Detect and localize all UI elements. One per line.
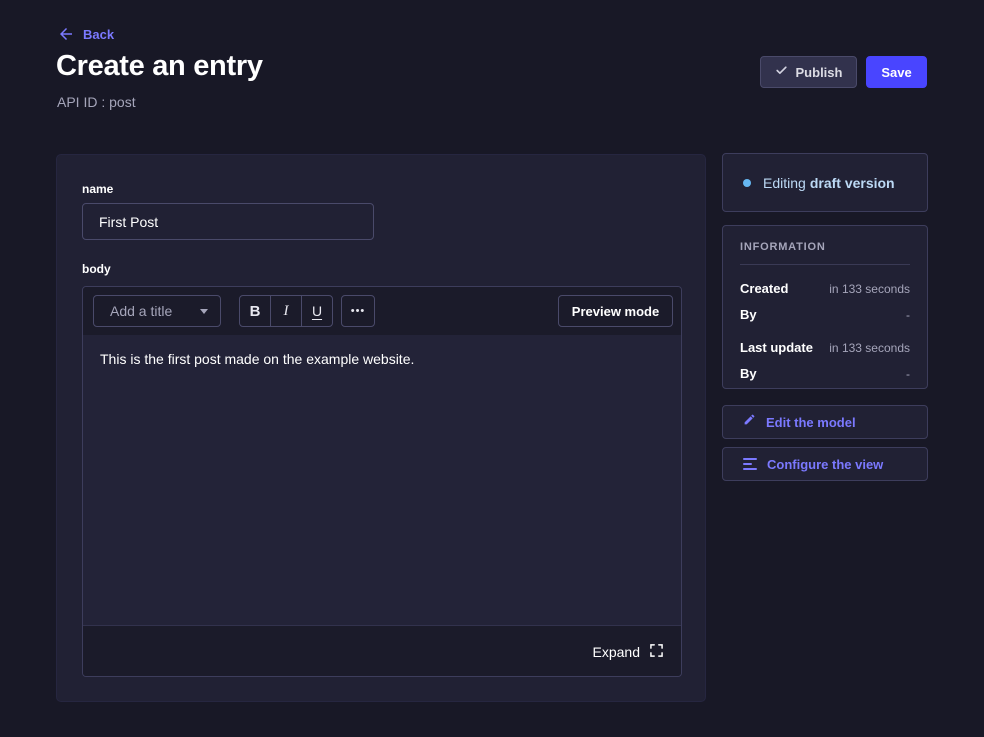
information-title: INFORMATION: [740, 241, 910, 253]
edit-model-label: Edit the model: [766, 415, 856, 430]
info-label: By: [740, 366, 757, 381]
entry-form-card: name body Add a title B I U ••• Preview …: [56, 154, 706, 702]
draft-dot-icon: [743, 179, 751, 187]
info-row-created: Created in 133 seconds: [740, 281, 910, 296]
title-style-value: Add a title: [110, 303, 172, 319]
chevron-down-icon: [200, 309, 208, 314]
edit-model-button[interactable]: Edit the model: [722, 405, 928, 439]
create-entry-page: Back Create an entry API ID : post Publi…: [0, 0, 984, 737]
expand-label: Expand: [593, 644, 640, 660]
name-field-label: name: [82, 182, 113, 196]
status-prefix: Editing: [763, 175, 806, 191]
information-panel: INFORMATION Created in 133 seconds By - …: [722, 225, 928, 389]
publish-label: Publish: [796, 65, 843, 80]
page-title: Create an entry: [56, 50, 263, 83]
rich-text-editor: Add a title B I U ••• Preview mode This …: [82, 286, 682, 677]
underline-button[interactable]: U: [301, 296, 332, 326]
expand-icon: [650, 644, 663, 660]
layout-bars-icon: [743, 458, 757, 470]
back-label: Back: [83, 27, 114, 42]
info-value: in 133 seconds: [829, 341, 910, 355]
publish-button[interactable]: Publish: [760, 56, 857, 88]
divider: [740, 264, 910, 265]
info-label: Created: [740, 281, 788, 296]
bold-button[interactable]: B: [240, 296, 270, 326]
info-value: -: [906, 367, 910, 381]
more-options-button[interactable]: •••: [341, 295, 375, 327]
title-style-select[interactable]: Add a title: [93, 295, 221, 327]
body-text: This is the first post made on the examp…: [100, 351, 414, 367]
save-button[interactable]: Save: [866, 56, 927, 88]
check-icon: [775, 64, 788, 80]
info-label: Last update: [740, 340, 813, 355]
draft-status-text: Editingdraft version: [763, 175, 895, 191]
text-format-group: B I U: [239, 295, 333, 327]
editor-toolbar: Add a title B I U ••• Preview mode: [83, 287, 681, 335]
body-textarea[interactable]: This is the first post made on the examp…: [83, 335, 681, 625]
api-id-subtitle: API ID : post: [57, 94, 136, 110]
back-link[interactable]: Back: [57, 25, 114, 43]
info-value: -: [906, 308, 910, 322]
editor-footer: Expand: [83, 625, 681, 677]
name-input[interactable]: [82, 203, 374, 240]
configure-view-label: Configure the view: [767, 457, 883, 472]
arrow-left-icon: [57, 25, 75, 43]
configure-view-button[interactable]: Configure the view: [722, 447, 928, 481]
info-row-last-update: Last update in 133 seconds: [740, 340, 910, 355]
status-emphasis: draft version: [810, 175, 895, 191]
info-row-created-by: By -: [740, 307, 910, 322]
expand-button[interactable]: Expand: [593, 644, 663, 660]
info-label: By: [740, 307, 757, 322]
italic-button[interactable]: I: [270, 296, 301, 326]
body-field-label: body: [82, 262, 111, 276]
pencil-icon: [743, 413, 756, 431]
draft-status-box: Editingdraft version: [722, 153, 928, 212]
info-row-updated-by: By -: [740, 366, 910, 381]
info-value: in 133 seconds: [829, 282, 910, 296]
preview-mode-button[interactable]: Preview mode: [558, 295, 673, 327]
